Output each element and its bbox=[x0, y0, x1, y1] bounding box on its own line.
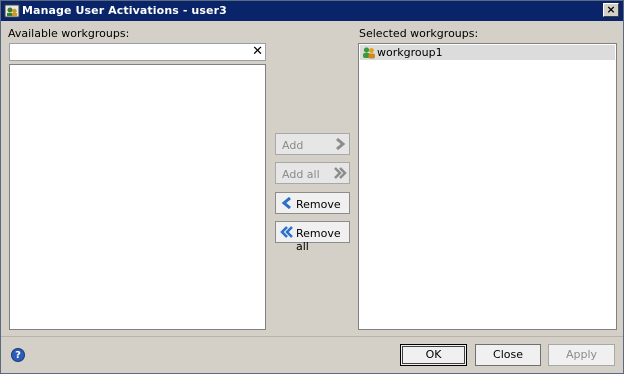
footer-divider bbox=[1, 336, 623, 337]
double-chevron-left-icon bbox=[280, 226, 293, 238]
available-search-input[interactable]: ✕ bbox=[9, 43, 266, 61]
window-title: Manage User Activations - user3 bbox=[22, 4, 227, 17]
list-item[interactable]: workgroup1 bbox=[360, 45, 615, 60]
available-workgroups-list[interactable] bbox=[9, 64, 266, 330]
chevron-left-icon bbox=[281, 197, 291, 209]
workgroup-icon bbox=[363, 47, 375, 59]
remove-all-button[interactable]: Remove all bbox=[275, 221, 350, 253]
double-chevron-right-icon bbox=[334, 167, 347, 179]
apply-button[interactable]: Apply bbox=[548, 344, 615, 366]
app-icon bbox=[4, 4, 20, 18]
close-button[interactable]: Close bbox=[475, 344, 541, 366]
add-button[interactable]: Add bbox=[275, 133, 350, 155]
clear-search-icon[interactable]: ✕ bbox=[252, 45, 263, 59]
add-button-label: Add bbox=[282, 139, 304, 152]
selected-workgroups-label: Selected workgroups: bbox=[359, 27, 479, 40]
available-workgroups-label: Available workgroups: bbox=[8, 27, 130, 40]
selected-workgroups-list[interactable]: workgroup1 bbox=[358, 43, 617, 330]
chevron-right-icon bbox=[336, 138, 346, 150]
dialog-window: Manage User Activations - user3 × Availa… bbox=[0, 0, 624, 374]
remove-all-button-label: Remove all bbox=[296, 227, 341, 253]
remove-button-label: Remove bbox=[296, 198, 341, 211]
close-icon: × bbox=[606, 3, 616, 16]
title-bar[interactable]: Manage User Activations - user3 × bbox=[1, 1, 623, 21]
ok-button[interactable]: OK bbox=[400, 344, 467, 366]
remove-button[interactable]: Remove bbox=[275, 192, 350, 214]
help-icon[interactable]: ? bbox=[11, 348, 25, 362]
add-all-button[interactable]: Add all bbox=[275, 162, 350, 184]
workgroup-label: workgroup1 bbox=[377, 46, 443, 59]
add-all-button-label: Add all bbox=[282, 168, 320, 181]
close-window-button[interactable]: × bbox=[603, 3, 619, 17]
